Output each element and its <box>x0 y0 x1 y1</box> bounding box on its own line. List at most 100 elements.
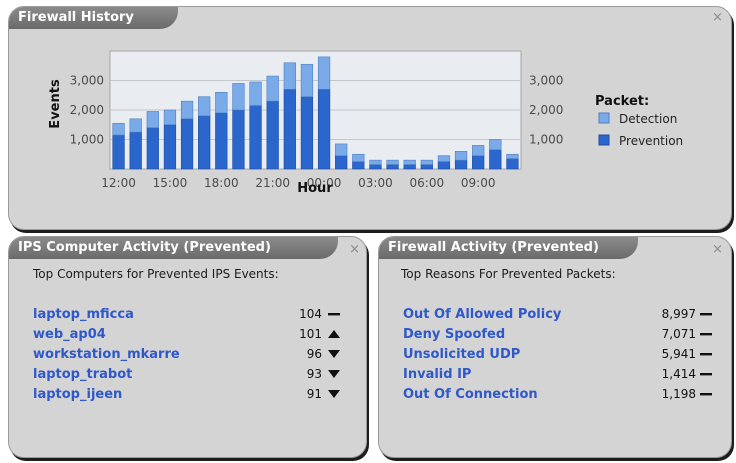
firewall-history-widget: Firewall History × 1,000 2,000 3,000 1,000… <box>8 6 732 230</box>
bar-detection[interactable] <box>300 63 314 98</box>
bar-detection[interactable] <box>506 153 519 159</box>
bar-detection[interactable] <box>283 62 296 90</box>
bar-prevention[interactable] <box>163 124 177 170</box>
list-item-link[interactable]: Out Of Allowed Policy <box>403 307 561 322</box>
bar-prevention[interactable] <box>489 149 502 170</box>
firewall-activity-subtitle: Top Reasons For Prevented Packets: <box>401 267 616 281</box>
bar-detection[interactable] <box>369 159 382 165</box>
bar-detection[interactable] <box>403 159 416 165</box>
bar-detection[interactable] <box>386 159 399 165</box>
list-item-count: 8,997 <box>661 307 696 321</box>
bar-prevention[interactable] <box>283 89 296 170</box>
list-item-link[interactable]: Unsolicited UDP <box>403 347 520 362</box>
bar-detection[interactable] <box>198 96 211 117</box>
list-item-count: 93 <box>306 367 322 381</box>
bar-prevention[interactable] <box>437 161 451 170</box>
list-item-count: 5,941 <box>661 347 696 361</box>
bar-detection[interactable] <box>129 118 142 133</box>
x-tick-label: 21:00 <box>255 176 290 190</box>
list-item: laptop_ijeen 91 <box>33 387 353 407</box>
trend-flat-icon <box>699 307 713 321</box>
bar-prevention[interactable] <box>232 109 245 170</box>
bar-prevention[interactable] <box>472 155 485 170</box>
ips-activity-widget: IPS Computer Activity (Prevented) × Top … <box>8 236 367 458</box>
bar-detection[interactable] <box>163 109 177 126</box>
x-tick-label: 03:00 <box>358 176 393 190</box>
legend-label-detection: Detection <box>619 112 677 126</box>
list-item-link[interactable]: laptop_ijeen <box>33 387 122 402</box>
x-tick-label: 09:00 <box>461 176 496 190</box>
bar-detection[interactable] <box>352 153 365 162</box>
bar-detection[interactable] <box>112 122 125 136</box>
list-item: Unsolicited UDP 5,941 <box>403 347 723 367</box>
list-item-count: 96 <box>306 347 322 361</box>
list-item: workstation_mkarre 96 <box>33 347 353 367</box>
list-item: laptop_trabot 93 <box>33 367 353 387</box>
legend-swatch-detection <box>598 112 610 124</box>
trend-flat-icon <box>699 367 713 381</box>
bar-prevention[interactable] <box>506 158 519 170</box>
bar-prevention[interactable] <box>266 100 279 170</box>
bar-prevention[interactable] <box>403 164 416 170</box>
ips-activity-close-icon[interactable]: × <box>349 243 360 256</box>
list-item-count: 101 <box>299 327 322 341</box>
legend-title: Packet: <box>595 94 649 109</box>
bar-detection[interactable] <box>146 111 159 128</box>
list-item: laptop_mficca 104 <box>33 307 353 327</box>
bar-prevention[interactable] <box>215 112 228 170</box>
bar-detection[interactable] <box>489 139 502 151</box>
bar-detection[interactable] <box>454 151 468 161</box>
bar-prevention[interactable] <box>454 159 468 170</box>
x-tick-label: 06:00 <box>410 176 445 190</box>
bar-detection[interactable] <box>180 100 194 120</box>
list-item-link[interactable]: Deny Spoofed <box>403 327 505 342</box>
legend-swatch-prevention <box>598 134 610 146</box>
bar-prevention[interactable] <box>335 155 348 170</box>
list-item: web_ap04 101 <box>33 327 353 347</box>
bar-prevention[interactable] <box>249 105 262 170</box>
y-tick-label-right: 1,000 <box>529 133 563 147</box>
x-tick-label: 12:00 <box>101 176 136 190</box>
bar-prevention[interactable] <box>112 134 125 170</box>
list-item-link[interactable]: Invalid IP <box>403 367 471 382</box>
bar-detection[interactable] <box>266 75 279 102</box>
y-tick-label-right: 3,000 <box>529 74 563 88</box>
firewall-activity-title: Firewall Activity (Prevented) <box>379 237 638 259</box>
list-item: Invalid IP 1,414 <box>403 367 723 387</box>
list-item-link[interactable]: laptop_mficca <box>33 307 134 322</box>
list-item: Out Of Connection 1,198 <box>403 387 723 407</box>
x-tick-label: 18:00 <box>204 176 239 190</box>
list-item-link[interactable]: web_ap04 <box>33 327 106 342</box>
y-tick-label-right: 2,000 <box>529 103 563 117</box>
list-item-link[interactable]: Out Of Connection <box>403 387 538 402</box>
bar-detection[interactable] <box>249 81 262 106</box>
bar-prevention[interactable] <box>300 96 314 170</box>
bar-prevention[interactable] <box>198 115 211 170</box>
bar-detection[interactable] <box>317 56 331 90</box>
list-item-link[interactable]: workstation_mkarre <box>33 347 180 362</box>
bar-prevention[interactable] <box>369 164 382 170</box>
trend-flat-icon <box>327 307 341 321</box>
ips-activity-subtitle: Top Computers for Prevented IPS Events: <box>33 267 279 281</box>
list-item-count: 1,414 <box>661 367 696 381</box>
list-item-link[interactable]: laptop_trabot <box>33 367 132 382</box>
bar-prevention[interactable] <box>146 127 159 170</box>
bar-detection[interactable] <box>232 83 245 111</box>
bar-detection[interactable] <box>437 155 451 162</box>
firewall-activity-widget: Firewall Activity (Prevented) × Top Reas… <box>378 236 732 458</box>
bar-prevention[interactable] <box>317 89 331 170</box>
bar-prevention[interactable] <box>352 161 365 170</box>
trend-down-icon <box>327 347 341 361</box>
ips-activity-list: laptop_mficca 104 web_ap04 101 workstation_m… <box>33 307 353 417</box>
firewall-activity-close-icon[interactable]: × <box>712 243 723 256</box>
bar-detection[interactable] <box>472 145 485 157</box>
trend-flat-icon <box>699 327 713 341</box>
bar-detection[interactable] <box>215 91 228 114</box>
bar-detection[interactable] <box>335 143 348 157</box>
bar-prevention[interactable] <box>180 118 194 170</box>
bar-prevention[interactable] <box>386 164 399 170</box>
bar-prevention[interactable] <box>129 131 142 170</box>
bar-prevention[interactable] <box>420 164 433 170</box>
firewall-history-close-icon[interactable]: × <box>712 11 723 24</box>
bar-detection[interactable] <box>420 159 433 165</box>
